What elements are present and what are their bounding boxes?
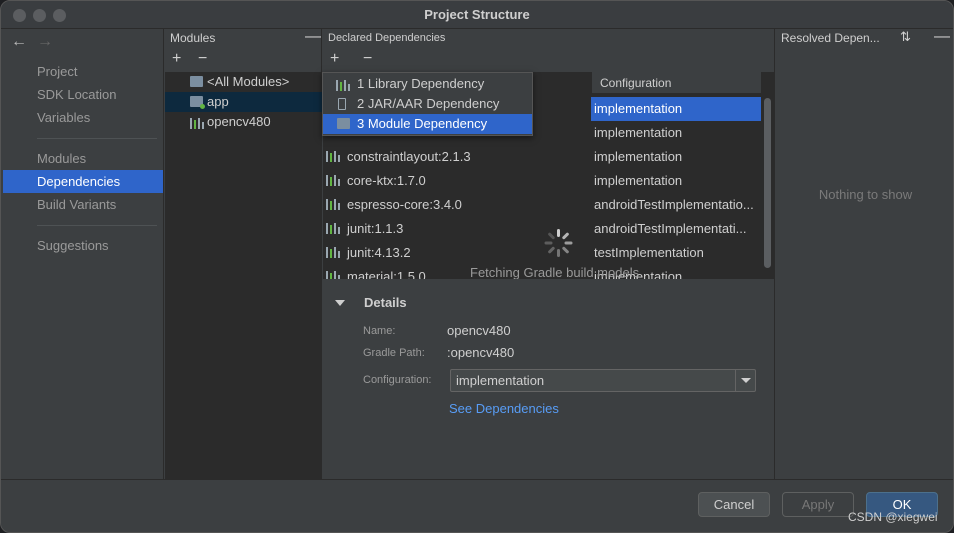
dependency-name: junit:1.1.3	[347, 221, 404, 236]
title-bar: Project Structure	[1, 1, 953, 29]
module-folder-icon	[337, 118, 350, 129]
dependency-name: core-ktx:1.7.0	[347, 173, 426, 188]
table-scrollbar[interactable]	[764, 98, 771, 268]
left-navigation: ← → Project SDK Location Variables Modul…	[1, 29, 164, 479]
configuration-column-header[interactable]: Configuration	[591, 72, 761, 94]
dependency-configuration: androidTestImplementatio...	[594, 197, 754, 212]
details-collapse-caret-icon[interactable]	[335, 300, 345, 306]
details-title: Details	[364, 295, 407, 310]
see-dependencies-link[interactable]: See Dependencies	[449, 401, 559, 416]
add-dependency-button[interactable]: +	[330, 51, 339, 67]
jar-file-icon	[338, 98, 346, 110]
dependency-configuration: implementation	[591, 97, 761, 121]
dependency-configuration: androidTestImplementati...	[594, 221, 747, 236]
table-row[interactable]: constraintlayout:2.1.3 implementation	[323, 145, 761, 169]
nav-item-variables[interactable]: Variables	[3, 106, 163, 129]
module-item-all-modules[interactable]: <All Modules>	[165, 72, 322, 92]
menu-item-label: 2 JAR/AAR Dependency	[357, 96, 500, 111]
library-icon	[326, 150, 340, 162]
dependency-name: junit:4.13.2	[347, 245, 411, 260]
resolved-dependencies-panel: Resolved Depen... ⇅ — Nothing to show	[776, 29, 953, 479]
collapse-all-icon[interactable]: ⇅	[900, 29, 911, 45]
table-row[interactable]: junit:1.1.3 androidTestImplementati...	[323, 217, 761, 241]
back-arrow-icon[interactable]: ←	[11, 33, 27, 51]
collapse-minus-icon[interactable]: —	[934, 29, 950, 45]
remove-module-button[interactable]: −	[198, 51, 207, 67]
window-title: Project Structure	[424, 7, 530, 22]
table-row[interactable]: junit:4.13.2 testImplementation	[323, 241, 761, 265]
library-icon	[326, 198, 340, 210]
configuration-select-value: implementation	[456, 373, 545, 388]
dependency-name: constraintlayout:2.1.3	[347, 149, 471, 164]
add-dependency-menu: 1 Library Dependency 2 JAR/AAR Dependenc…	[322, 72, 533, 136]
library-icon	[326, 222, 340, 234]
menu-item-module-dependency[interactable]: 3 Module Dependency	[323, 114, 532, 134]
menu-item-library-dependency[interactable]: 1 Library Dependency	[323, 74, 532, 94]
table-row[interactable]: espresso-core:3.4.0 androidTestImplement…	[323, 193, 761, 217]
chevron-down-icon[interactable]	[735, 370, 755, 391]
nav-item-dependencies[interactable]: Dependencies	[3, 170, 163, 193]
declared-dependencies-header: Declared Dependencies	[328, 32, 446, 44]
resolved-dependencies-header: Resolved Depen...	[781, 31, 880, 45]
table-row[interactable]: core-ktx:1.7.0 implementation	[323, 169, 761, 193]
modules-header: Modules	[170, 31, 216, 45]
module-item-label: opencv480	[207, 114, 271, 129]
module-item-opencv480[interactable]: opencv480	[165, 112, 322, 132]
nav-item-suggestions[interactable]: Suggestions	[3, 234, 163, 257]
dependency-configuration: implementation	[594, 149, 683, 164]
configuration-select[interactable]: implementation	[450, 369, 756, 392]
watermark: CSDN @xiegwei	[848, 510, 938, 524]
module-item-label: app	[207, 94, 229, 109]
menu-item-jar-aar-dependency[interactable]: 2 JAR/AAR Dependency	[323, 94, 532, 114]
dependency-name: espresso-core:3.4.0	[347, 197, 462, 212]
dependency-configuration: testImplementation	[594, 245, 704, 260]
library-icon	[326, 270, 340, 279]
dependency-name: material:1.5.0	[347, 269, 426, 279]
library-icon	[190, 117, 204, 129]
library-icon	[336, 79, 350, 91]
app-module-icon	[190, 96, 205, 109]
nav-divider	[37, 138, 157, 139]
nav-item-project[interactable]: Project	[3, 60, 163, 83]
module-item-label: <All Modules>	[207, 74, 290, 89]
empty-state-text: Nothing to show	[818, 187, 913, 202]
module-item-app[interactable]: app	[165, 92, 322, 112]
apply-button[interactable]: Apply	[782, 492, 854, 517]
modules-panel: Modules — + − <All Modules> app opencv48…	[165, 29, 322, 479]
gradle-path-value: :opencv480	[447, 345, 515, 360]
loading-spinner-icon	[544, 229, 573, 257]
configuration-label: Configuration:	[363, 374, 432, 386]
dialog-footer: Cancel Apply OK CSDN @xiegwei	[1, 479, 953, 532]
nav-item-modules[interactable]: Modules	[3, 147, 163, 170]
nav-item-build-variants[interactable]: Build Variants	[3, 193, 163, 216]
collapse-minus-icon[interactable]: —	[305, 29, 321, 45]
menu-item-label: 3 Module Dependency	[357, 116, 488, 131]
project-structure-window: Project Structure ← → Project SDK Locati…	[0, 0, 954, 533]
add-module-button[interactable]: +	[172, 51, 181, 67]
fetching-status: Fetching Gradle build models	[470, 265, 640, 279]
name-value: opencv480	[447, 323, 511, 338]
remove-dependency-button[interactable]: −	[363, 51, 372, 67]
dependency-configuration: implementation	[594, 173, 683, 188]
menu-item-label: 1 Library Dependency	[357, 76, 485, 91]
nav-divider	[37, 225, 157, 226]
library-icon	[326, 246, 340, 258]
nav-item-sdk-location[interactable]: SDK Location	[3, 83, 163, 106]
name-label: Name:	[363, 325, 396, 337]
forward-arrow-icon[interactable]: →	[37, 33, 53, 51]
cancel-button[interactable]: Cancel	[698, 492, 770, 517]
library-icon	[326, 174, 340, 186]
modules-list: <All Modules> app opencv480	[165, 72, 322, 479]
module-folder-icon	[190, 76, 203, 87]
dependency-configuration: implementation	[594, 125, 683, 140]
gradle-path-label: Gradle Path:	[363, 347, 425, 359]
